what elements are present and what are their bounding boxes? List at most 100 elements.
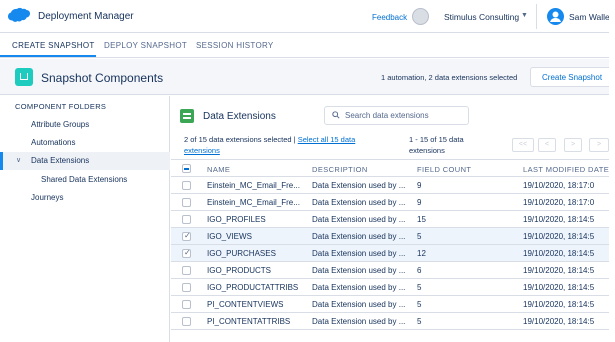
selection-summary: 1 automation, 2 data extensions selected xyxy=(381,73,518,82)
table-row[interactable]: PI_CONTENTVIEWS Data Extension used by ..… xyxy=(171,296,615,313)
cell-last-modified: 19/10/2020, 18:17:0 xyxy=(523,181,595,190)
row-checkbox[interactable] xyxy=(182,215,191,224)
select-all-checkbox[interactable] xyxy=(182,164,191,173)
sidebar-item-data-extensions[interactable]: ∨ Data Extensions xyxy=(0,152,170,170)
org-switcher[interactable]: Stimulus Consulting xyxy=(444,12,519,22)
table-header: NAME DESCRIPTION FIELD COUNT LAST MODIFI… xyxy=(171,159,615,177)
snapshot-icon xyxy=(15,68,33,86)
chevron-down-icon[interactable]: ▼ xyxy=(521,12,528,19)
sidebar-item-attribute-groups[interactable]: Attribute Groups xyxy=(0,116,170,134)
prev-page-button[interactable]: < xyxy=(538,138,556,152)
cell-name: Einstein_MC_Email_Fre... xyxy=(207,181,300,190)
sidebar-item-label: Data Extensions xyxy=(31,156,90,165)
sidebar-item-shared-data-extensions[interactable]: Shared Data Extensions xyxy=(0,171,170,189)
sidebar-item-label: Journeys xyxy=(31,193,64,202)
cell-name: IGO_PROFILES xyxy=(207,215,266,224)
row-checkbox[interactable] xyxy=(182,248,191,258)
row-checkbox[interactable] xyxy=(182,266,191,275)
sidebar-item-label: Shared Data Extensions xyxy=(41,175,128,184)
cell-name: IGO_PURCHASES xyxy=(207,249,276,258)
cell-name: IGO_PRODUCTATTRIBS xyxy=(207,283,299,292)
table-row[interactable]: IGO_PROFILES Data Extension used by ... 15… xyxy=(171,211,615,228)
cell-last-modified: 19/10/2020, 18:14:5 xyxy=(523,249,595,258)
cell-description: Data Extension used by ... xyxy=(312,300,406,309)
sidebar-item-automations[interactable]: Automations xyxy=(0,134,170,152)
table-row[interactable]: PI_CONTENTATTRIBS Data Extension used by … xyxy=(171,313,615,330)
page-header: Snapshot Components 1 automation, 2 data… xyxy=(0,59,615,95)
selection-count: 2 of 15 data extensions selected | Selec… xyxy=(184,135,394,156)
column-header-last-modified[interactable]: LAST MODIFIED DATE xyxy=(523,165,609,174)
chevron-down-icon[interactable]: ∨ xyxy=(16,156,21,164)
app-title: Deployment Manager xyxy=(38,11,134,22)
user-name[interactable]: Sam Walle xyxy=(569,12,610,22)
column-header-description[interactable]: DESCRIPTION xyxy=(312,165,368,174)
pagination-range: 1 - 15 of 15 data extensions xyxy=(409,135,489,156)
cell-field-count: 5 xyxy=(417,300,422,309)
cell-name: PI_CONTENTVIEWS xyxy=(207,300,284,309)
window-edge xyxy=(609,0,615,342)
salesforce-logo-icon xyxy=(8,7,30,22)
cell-description: Data Extension used by ... xyxy=(312,232,406,241)
cell-field-count: 6 xyxy=(417,266,422,275)
sidebar-item-label: Attribute Groups xyxy=(31,120,90,129)
cell-field-count: 12 xyxy=(417,249,426,258)
cell-field-count: 9 xyxy=(417,181,422,190)
range-line-2: extensions xyxy=(409,145,445,155)
row-checkbox[interactable] xyxy=(182,231,191,241)
tab-create-snapshot[interactable]: CREATE SNAPSHOT xyxy=(12,41,95,50)
sidebar-item-journeys[interactable]: Journeys xyxy=(0,189,170,207)
cell-last-modified: 19/10/2020, 18:14:5 xyxy=(523,215,595,224)
cell-name: PI_CONTENTATTRIBS xyxy=(207,317,291,326)
feedback-link[interactable]: Feedback xyxy=(372,13,407,22)
active-tab-indicator xyxy=(0,55,96,57)
cell-name: IGO_VIEWS xyxy=(207,232,252,241)
divider xyxy=(536,4,537,29)
table-row[interactable]: IGO_PRODUCTS Data Extension used by ... 6 1… xyxy=(171,262,615,279)
tab-session-history[interactable]: SESSION HISTORY xyxy=(196,41,274,50)
cell-description: Data Extension used by ... xyxy=(312,283,406,292)
cell-description: Data Extension used by ... xyxy=(312,249,406,258)
sidebar-heading: COMPONENT FOLDERS xyxy=(15,102,107,111)
cell-last-modified: 19/10/2020, 18:14:5 xyxy=(523,317,595,326)
cell-field-count: 9 xyxy=(417,198,422,207)
cell-name: IGO_PRODUCTS xyxy=(207,266,272,275)
table-row[interactable]: Einstein_MC_Email_Fre... Data Extension u… xyxy=(171,194,615,211)
table-row[interactable]: Einstein_MC_Email_Fre... Data Extension u… xyxy=(171,177,615,194)
tab-deploy-snapshot[interactable]: DEPLOY SNAPSHOT xyxy=(104,41,187,50)
user-avatar[interactable] xyxy=(547,8,564,25)
tab-bar: CREATE SNAPSHOT DEPLOY SNAPSHOT SESSION … xyxy=(0,34,615,58)
data-extensions-panel: Data Extensions Search data extensions 2… xyxy=(171,96,615,342)
select-all-link[interactable]: Select all 15 data xyxy=(298,135,356,144)
create-snapshot-button[interactable]: Create Snapshot xyxy=(530,67,615,87)
column-header-name[interactable]: NAME xyxy=(207,165,230,174)
row-checkbox[interactable] xyxy=(182,283,191,292)
search-icon xyxy=(332,111,340,119)
next-page-button[interactable]: > xyxy=(564,138,582,152)
cell-description: Data Extension used by ... xyxy=(312,181,406,190)
cell-field-count: 5 xyxy=(417,283,422,292)
search-input[interactable]: Search data extensions xyxy=(324,106,469,125)
table-row[interactable]: IGO_PRODUCTATTRIBS Data Extension used by… xyxy=(171,279,615,296)
component-folders-sidebar: COMPONENT FOLDERS Attribute Groups Autom… xyxy=(0,96,170,342)
cell-field-count: 5 xyxy=(417,232,422,241)
row-checkbox[interactable] xyxy=(182,181,191,190)
row-checkbox[interactable] xyxy=(182,198,191,207)
first-page-button[interactable]: << xyxy=(512,138,534,152)
select-all-link-cont[interactable]: extensions xyxy=(184,146,220,155)
data-extension-icon xyxy=(180,109,194,123)
table-row[interactable]: IGO_PURCHASES Data Extension used by ... 1… xyxy=(171,245,615,262)
cell-description: Data Extension used by ... xyxy=(312,317,406,326)
column-header-field-count[interactable]: FIELD COUNT xyxy=(417,165,471,174)
cell-description: Data Extension used by ... xyxy=(312,198,406,207)
user-icon xyxy=(550,11,561,22)
top-bar: Deployment Manager Feedback Stimulus Con… xyxy=(0,0,615,33)
row-checkbox[interactable] xyxy=(182,317,191,326)
cell-name: Einstein_MC_Email_Fre... xyxy=(207,198,300,207)
cell-description: Data Extension used by ... xyxy=(312,266,406,275)
cell-field-count: 5 xyxy=(417,317,422,326)
page-title: Snapshot Components xyxy=(41,71,164,85)
row-checkbox[interactable] xyxy=(182,300,191,309)
last-page-button[interactable]: > xyxy=(589,138,609,152)
org-avatar[interactable] xyxy=(412,8,429,25)
table-row[interactable]: IGO_VIEWS Data Extension used by ... 5 19/1… xyxy=(171,228,615,245)
